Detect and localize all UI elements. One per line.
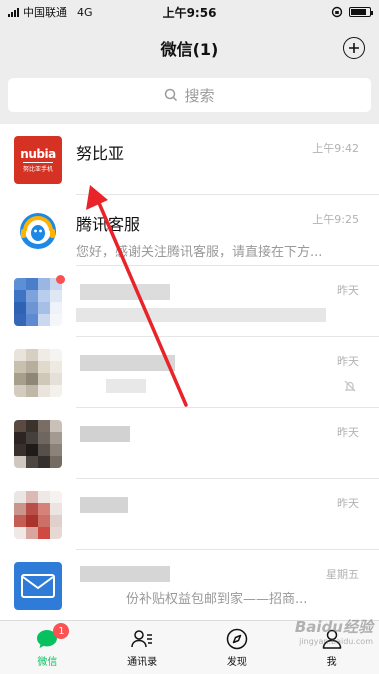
search-placeholder: 搜索 — [184, 86, 215, 105]
watermark: Baidu经验 jingyan.baidu.com — [295, 616, 373, 646]
search-icon — [165, 88, 178, 102]
chat-item-blurred[interactable]: 份补贴权益包邮到家——招商... 星期五 — [0, 550, 379, 620]
chat-body: 昨天 — [76, 349, 379, 397]
chat-item-blurred[interactable]: 昨天 — [0, 479, 379, 550]
watermark-sub: jingyan.baidu.com — [299, 637, 373, 646]
avatar — [14, 490, 62, 539]
avatar — [14, 206, 62, 255]
chat-body: 昨天 — [76, 278, 379, 326]
orientation-lock-icon — [331, 6, 343, 18]
title-bar: 微信(1) — [0, 24, 379, 72]
chat-time: 昨天 — [337, 425, 359, 439]
chat-body: 昨天 — [76, 420, 379, 468]
nubia-logo: nubia — [20, 146, 56, 161]
chat-time: 上午9:42 — [312, 141, 359, 155]
chat-body: 腾讯客服 您好，感谢关注腾讯客服，请直接在下方... 上午9:25 — [76, 207, 379, 260]
chat-time: 星期五 — [326, 567, 359, 581]
tab-label: 我 — [326, 657, 337, 668]
battery-icon — [349, 7, 373, 17]
tab-label: 通讯录 — [127, 657, 158, 668]
network-label: 4G — [77, 5, 93, 19]
plus-icon — [349, 43, 359, 53]
blurred-name — [80, 283, 170, 300]
chat-time: 昨天 — [337, 283, 359, 297]
blurred-preview — [106, 378, 146, 393]
blurred-name — [80, 565, 170, 582]
avatar — [14, 274, 65, 326]
nubia-logo-sub: 努比亚手机 — [22, 161, 53, 173]
chat-preview: 份补贴权益包邮到家——招商... — [126, 591, 308, 607]
tab-chats[interactable]: 微信 1 — [0, 621, 95, 674]
tab-discover[interactable]: 发现 — [190, 621, 285, 674]
avatar: nubia 努比亚手机 — [14, 135, 62, 184]
avatar — [14, 561, 62, 610]
blurred-preview — [76, 307, 326, 322]
tab-label: 发现 — [226, 657, 247, 668]
chat-list: nubia 努比亚手机 努比亚 上午9:42 腾讯客服 您好，感谢关注腾讯客服，… — [0, 124, 379, 620]
status-bar: 中国联通 4G 上午9:56 — [0, 0, 379, 24]
search-wrap: 搜索 — [0, 72, 379, 120]
status-time: 上午9:56 — [162, 5, 217, 20]
blurred-name — [80, 425, 130, 442]
chat-item-tencent-service[interactable]: 腾讯客服 您好，感谢关注腾讯客服，请直接在下方... 上午9:25 — [0, 195, 379, 266]
search-bar[interactable]: 搜索 — [8, 78, 371, 112]
add-button[interactable] — [343, 37, 365, 59]
avatar — [14, 419, 62, 468]
carrier-label: 中国联通 — [23, 6, 67, 19]
mail-icon — [21, 573, 55, 598]
contacts-icon — [131, 630, 153, 648]
blurred-name — [80, 354, 175, 371]
blurred-name — [80, 496, 128, 513]
avatar — [14, 348, 62, 397]
chat-time: 昨天 — [337, 354, 359, 368]
chat-item-blurred[interactable]: 昨天 — [0, 408, 379, 479]
tencent-service-logo-icon — [20, 212, 56, 249]
chat-body: 昨天 — [76, 491, 379, 539]
chat-item-nubia[interactable]: nubia 努比亚手机 努比亚 上午9:42 — [0, 124, 379, 195]
unread-dot — [56, 274, 65, 284]
signal-icon — [8, 7, 19, 17]
mute-icon — [344, 380, 356, 391]
chat-body: 份补贴权益包邮到家——招商... 星期五 — [76, 562, 379, 610]
page-title: 微信(1) — [160, 40, 219, 59]
unread-badge: 1 — [53, 623, 70, 639]
chat-time: 昨天 — [337, 496, 359, 510]
compass-icon — [226, 628, 248, 650]
chat-body: 努比亚 上午9:42 — [76, 136, 379, 184]
chat-time: 上午9:25 — [312, 212, 359, 226]
status-right — [331, 6, 373, 18]
status-left: 中国联通 4G — [8, 4, 93, 20]
watermark-text: Baidu经验 — [294, 618, 373, 636]
tab-label: 微信 — [37, 657, 58, 668]
chat-preview: 您好，感谢关注腾讯客服，请直接在下方... — [76, 244, 323, 260]
chat-item-blurred[interactable]: 昨天 — [0, 337, 379, 408]
tab-contacts[interactable]: 通讯录 — [95, 621, 190, 674]
chat-item-blurred[interactable]: 昨天 — [0, 266, 379, 337]
